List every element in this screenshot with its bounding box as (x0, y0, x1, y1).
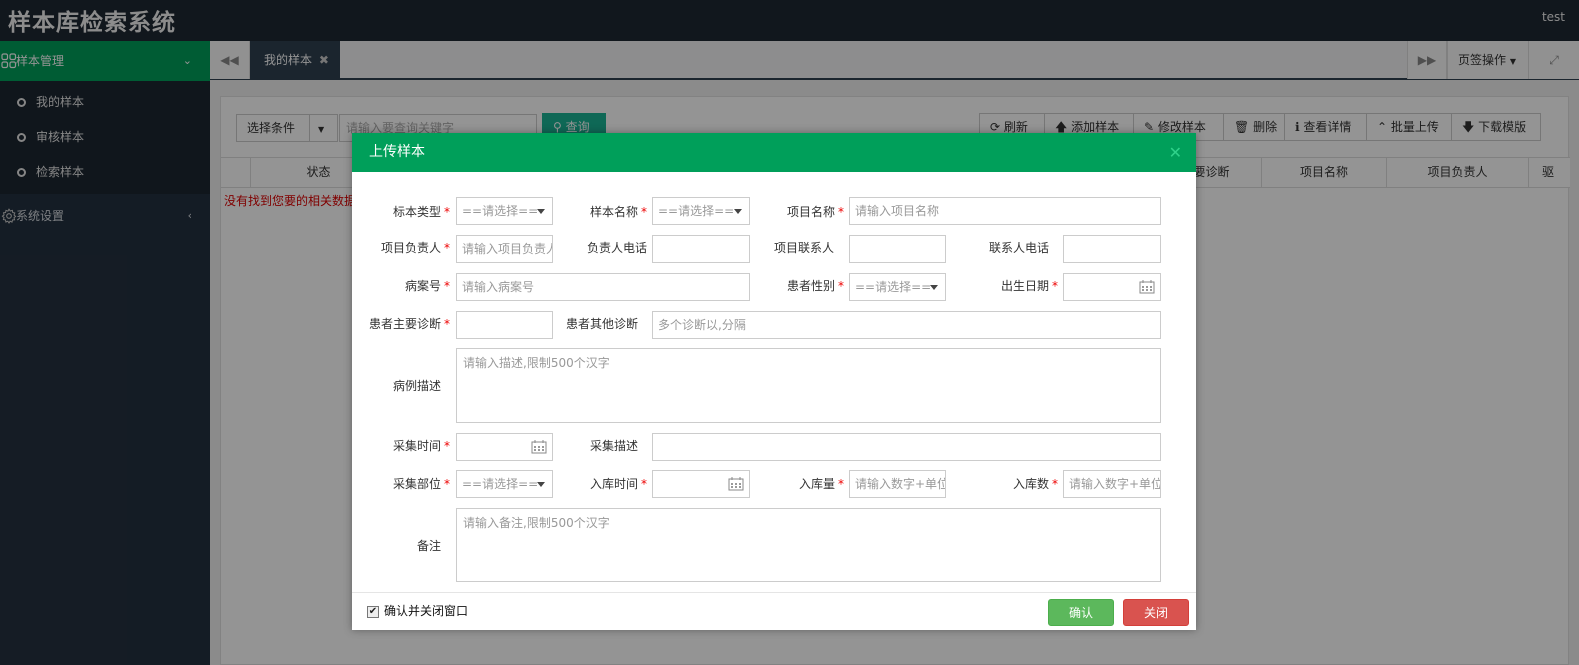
confirm-button[interactable]: 确认 (1048, 599, 1114, 626)
patient-gender-select[interactable]: ==请选择== (849, 273, 946, 301)
remark-textarea[interactable]: 请输入备注,限制500个汉字 (456, 508, 1161, 582)
field-label: 样本名称 (589, 205, 638, 219)
select-value: ==请选择== (658, 204, 735, 218)
required-mark: * (444, 317, 450, 331)
field-label: 患者主要诊断 (368, 317, 441, 331)
field-label: 采集时间 (392, 439, 441, 453)
dialog-footer: ✔ 确认并关闭窗口 确认 关闭 (352, 592, 1196, 630)
select-value: ==请选择== (462, 204, 539, 218)
confirm-close-checkbox[interactable]: ✔ (367, 606, 379, 618)
collect-time-label: 采集时间 * (352, 433, 450, 459)
birth-date-label: 出生日期 * (952, 273, 1058, 299)
dialog-header: 上传样本 ✕ (352, 133, 1196, 172)
case-description-label: 病例描述 (392, 379, 441, 393)
main-diagnosis-input[interactable] (456, 311, 553, 339)
required-mark: * (641, 477, 647, 491)
stock-count-label: 入库数 * (952, 471, 1058, 497)
collect-time-input[interactable] (456, 433, 553, 461)
required-mark: * (838, 477, 844, 491)
project-contact-input[interactable] (849, 235, 946, 263)
upload-sample-dialog: 上传样本 ✕ 标本类型 * ==请选择== 样本名称 * ==请选择== 项目名称 *… (352, 133, 1196, 630)
collect-site-label: 采集部位 * (352, 471, 450, 497)
field-label: 入库量 (798, 477, 835, 491)
sample-name-label: 样本名称 * (562, 199, 647, 225)
sample-type-label: 标本类型 * (352, 199, 450, 225)
collect-description-label: 采集描述 (589, 439, 638, 453)
owner-phone-label: 负责人电话 (586, 241, 647, 255)
required-mark: * (444, 205, 450, 219)
required-mark: * (838, 205, 844, 219)
project-owner-input[interactable]: 请输入项目负责人 (456, 235, 553, 263)
owner-phone-input[interactable] (652, 235, 750, 263)
birth-date-input[interactable] (1063, 273, 1161, 301)
field-label: 采集部位 (392, 477, 441, 491)
collect-description-input[interactable] (652, 433, 1161, 461)
required-mark: * (641, 205, 647, 219)
close-button[interactable]: 关闭 (1123, 599, 1189, 626)
required-mark: * (1052, 477, 1058, 491)
calendar-icon[interactable] (531, 440, 547, 454)
required-mark: * (838, 279, 844, 293)
stock-time-input[interactable] (652, 470, 750, 498)
other-diagnosis-input[interactable]: 多个诊断以,分隔 (652, 311, 1161, 339)
dialog-title: 上传样本 (369, 144, 425, 160)
field-label: 入库时间 (589, 477, 638, 491)
project-name-label: 项目名称 * (752, 199, 844, 225)
field-label: 项目名称 (786, 205, 835, 219)
stock-amount-input[interactable]: 请输入数字+单位 (849, 470, 946, 498)
field-label: 标本类型 (392, 205, 441, 219)
confirm-close-label: 确认并关闭窗口 (384, 604, 469, 618)
field-label: 病案号 (404, 279, 441, 293)
calendar-icon[interactable] (728, 477, 744, 491)
sample-type-select[interactable]: ==请选择== (456, 197, 553, 225)
project-contact-label: 项目联系人 (773, 241, 834, 255)
contact-phone-input[interactable] (1063, 235, 1161, 263)
required-mark: * (444, 439, 450, 453)
collect-site-select[interactable]: ==请选择== (456, 470, 553, 498)
field-label: 患者性别 (786, 279, 835, 293)
select-value: ==请选择== (462, 477, 539, 491)
case-number-input[interactable]: 请输入病案号 (456, 273, 750, 301)
field-label: 出生日期 (1000, 279, 1049, 293)
field-label: 入库数 (1012, 477, 1049, 491)
main-diagnosis-label: 患者主要诊断 * (352, 311, 450, 337)
sample-name-select[interactable]: ==请选择== (652, 197, 750, 225)
other-diagnosis-label: 患者其他诊断 (565, 317, 638, 331)
remark-label: 备注 (416, 539, 441, 553)
case-description-textarea[interactable]: 请输入描述,限制500个汉字 (456, 348, 1161, 423)
required-mark: * (444, 279, 450, 293)
close-icon[interactable]: ✕ (1169, 133, 1182, 172)
case-number-label: 病案号 * (352, 273, 450, 299)
select-value: ==请选择== (855, 280, 932, 294)
contact-phone-label: 联系人电话 (988, 241, 1049, 255)
required-mark: * (444, 477, 450, 491)
required-mark: * (444, 241, 450, 255)
calendar-icon[interactable] (1139, 280, 1155, 294)
project-owner-label: 项目负责人 * (352, 235, 450, 261)
stock-time-label: 入库时间 * (562, 471, 647, 497)
caret-down-icon (537, 209, 545, 214)
stock-amount-label: 入库量 * (752, 471, 844, 497)
caret-down-icon (930, 285, 938, 290)
field-label: 项目负责人 (380, 241, 441, 255)
caret-down-icon (734, 209, 742, 214)
stock-count-input[interactable]: 请输入数字+单位 (1063, 470, 1161, 498)
required-mark: * (1052, 279, 1058, 293)
project-name-input[interactable]: 请输入项目名称 (849, 197, 1161, 225)
patient-gender-label: 患者性别 * (752, 273, 844, 299)
caret-down-icon (537, 482, 545, 487)
